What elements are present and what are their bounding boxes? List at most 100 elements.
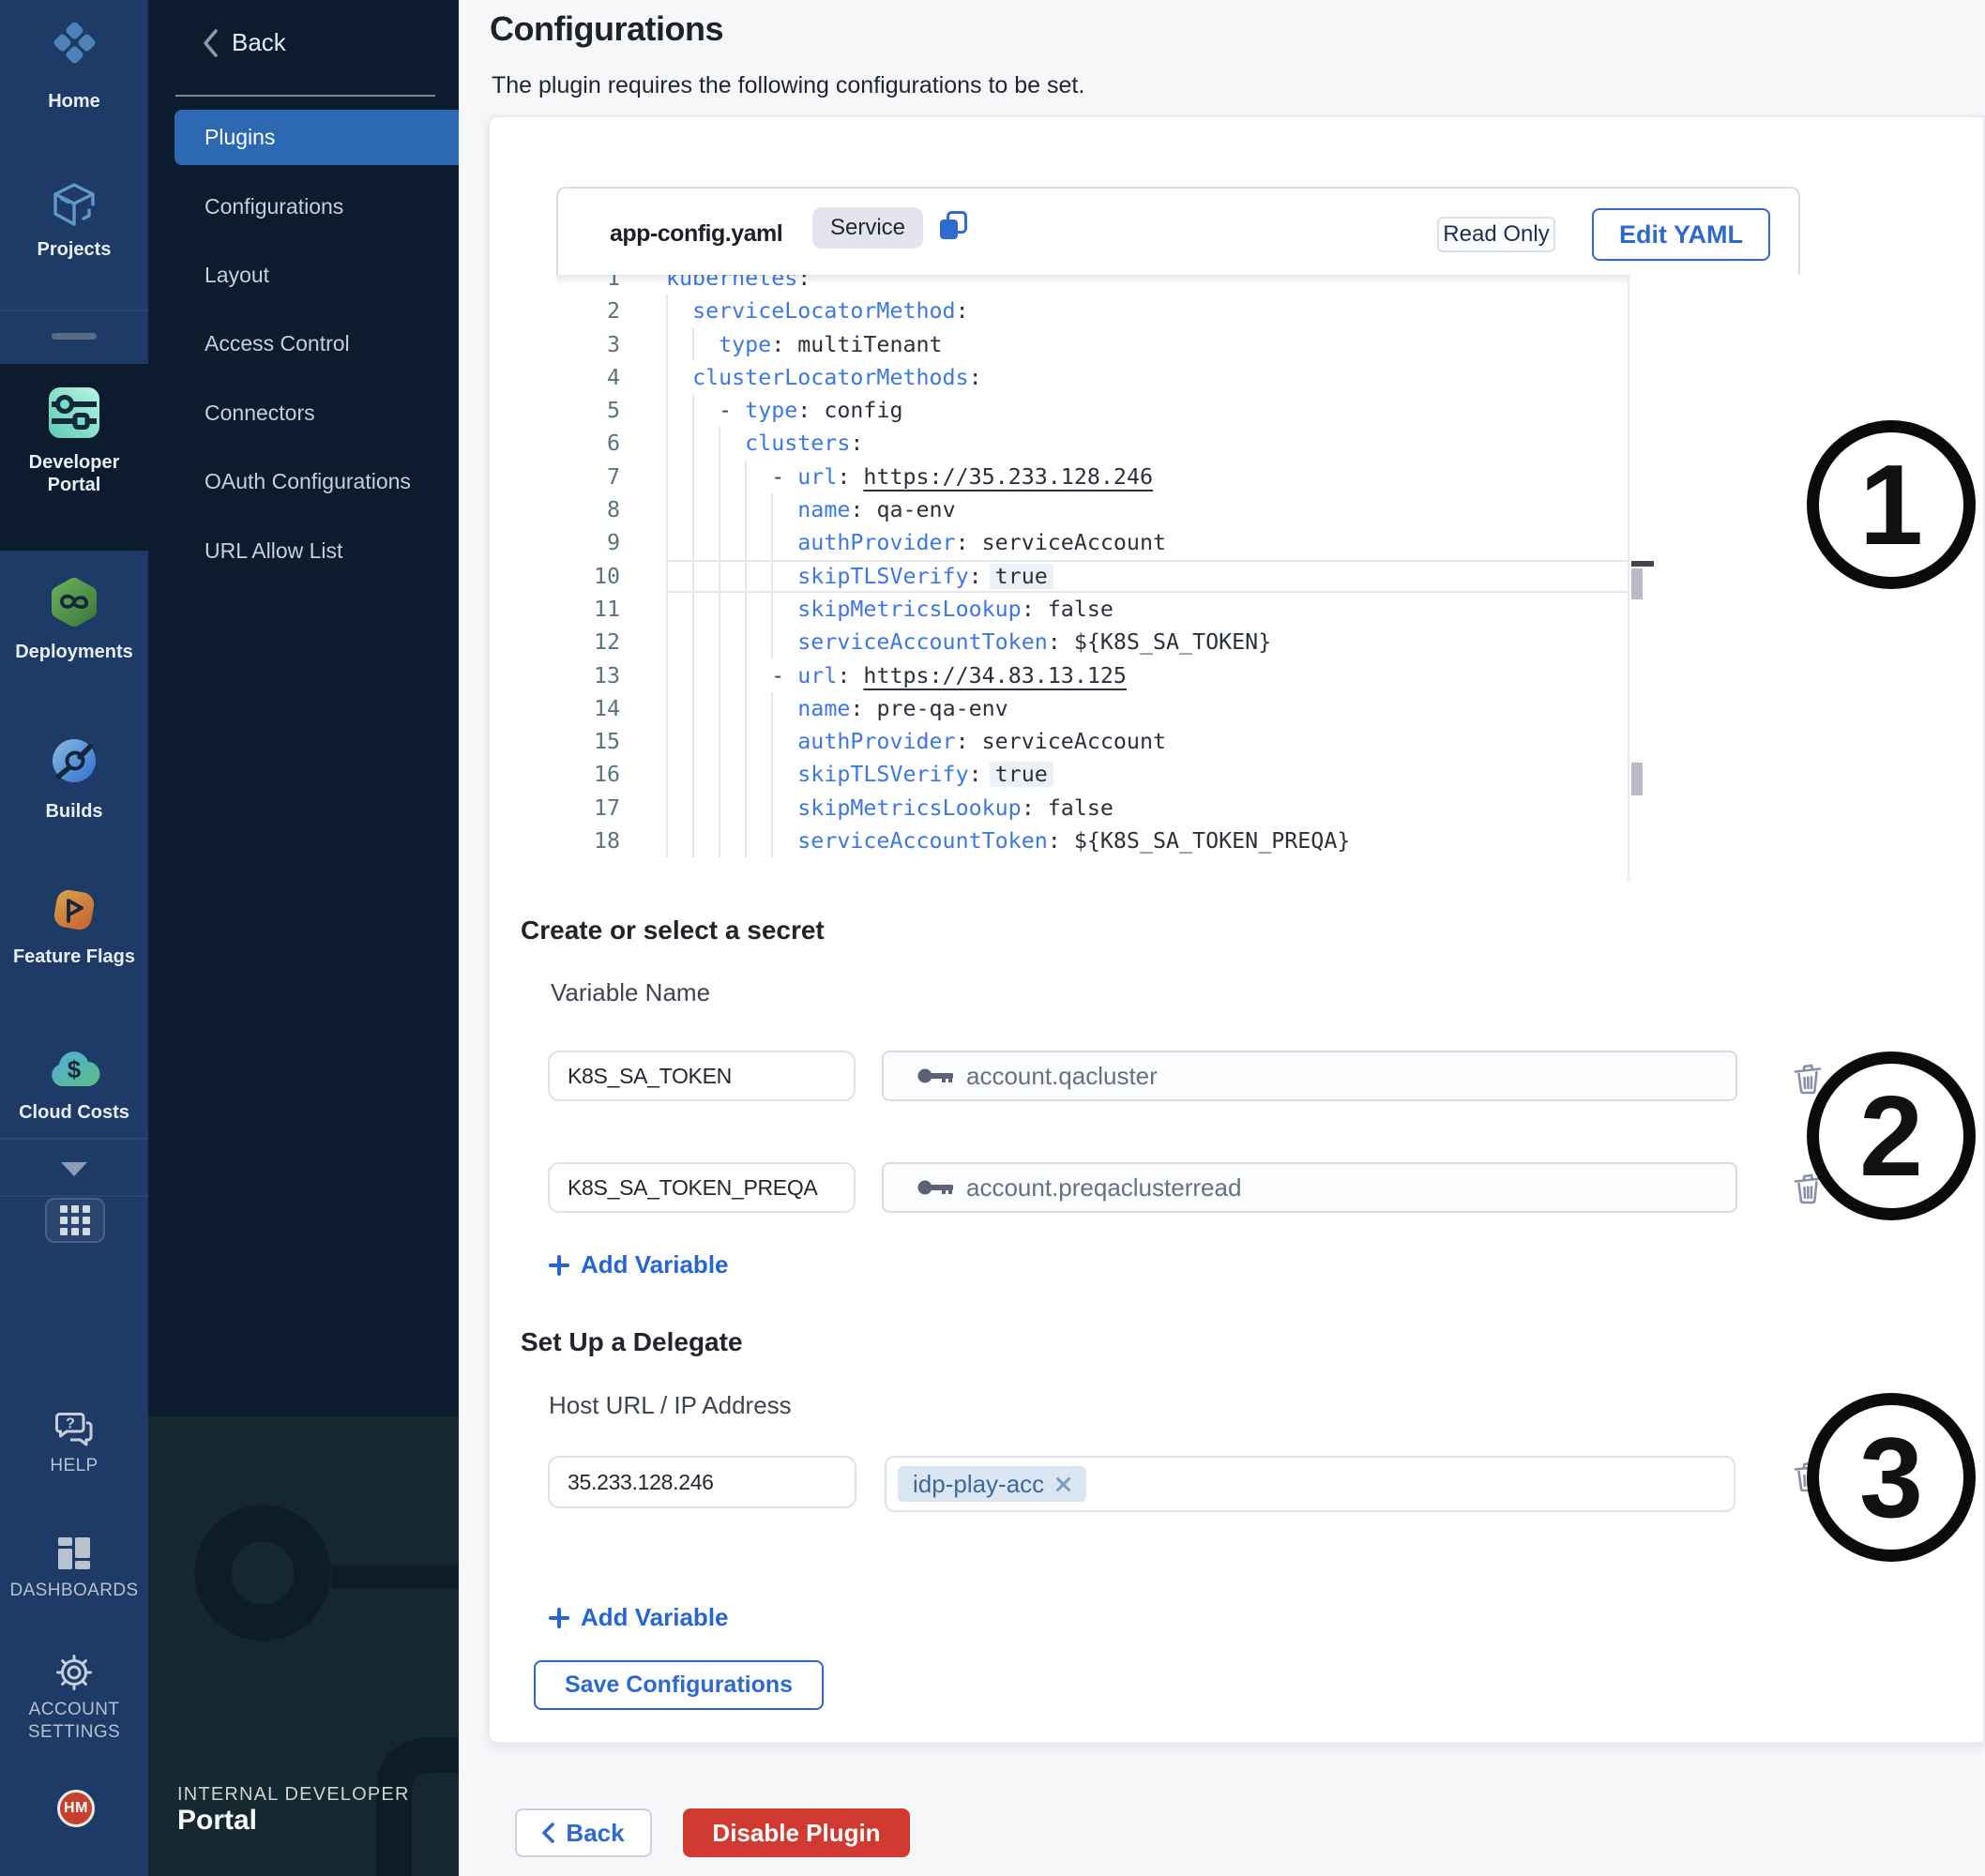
line-number: 18 (556, 825, 620, 857)
page-subtitle: The plugin requires the following config… (492, 72, 1084, 99)
line-number: 14 (556, 692, 620, 725)
plus-icon (549, 1608, 569, 1628)
variable-name-input[interactable] (548, 1162, 856, 1213)
page-title: Configurations (490, 9, 723, 49)
configurations-card: app-config.yaml Service Read Only Edit Y… (488, 115, 1985, 1744)
subnav-divider (175, 95, 435, 97)
key-icon (917, 1178, 955, 1197)
nav-menu-item-label: Configurations (205, 194, 343, 219)
rail-item-label: Home (0, 90, 148, 113)
nav-menu-item[interactable]: URL Allow List (148, 516, 459, 584)
yaml-editor[interactable]: 123456789101112131415161718 kubernetes: … (556, 275, 1800, 881)
nav-menu-item-label: URL Allow List (205, 538, 342, 564)
nav-menu-item-label: Access Control (205, 331, 350, 356)
code-line[interactable]: type: multiTenant (666, 328, 1629, 361)
code-line[interactable]: skipTLSVerify: true (666, 560, 1629, 593)
code-line[interactable]: name: pre-qa-env (666, 692, 1629, 725)
nav-menu-item-label: Plugins (205, 125, 275, 150)
secret-select[interactable]: account.qacluster (882, 1051, 1737, 1101)
key-icon (917, 1067, 955, 1085)
code-line[interactable]: clusterLocatorMethods: (666, 361, 1629, 394)
rail-divider (0, 1195, 148, 1197)
rail-collapse-handle[interactable] (52, 333, 97, 340)
code-line[interactable]: - url: https://34.83.13.125 (666, 659, 1629, 692)
disable-plugin-button[interactable]: Disable Plugin (683, 1808, 910, 1857)
line-number: 8 (556, 493, 620, 526)
svg-text:$: $ (68, 1055, 82, 1083)
nav-menu-item[interactable]: OAuth Configurations (148, 447, 459, 516)
nav-menu-item[interactable]: Connectors (148, 379, 459, 447)
back-button-label: Back (566, 1819, 624, 1848)
back-button[interactable]: Back (515, 1808, 652, 1857)
code-line[interactable]: serviceLocatorMethod: (666, 295, 1629, 327)
save-configurations-button[interactable]: Save Configurations (534, 1660, 824, 1710)
nav-menu-item[interactable]: Layout (148, 241, 459, 310)
code-line[interactable]: authProvider: serviceAccount (666, 725, 1629, 758)
code-line[interactable]: - url: https://35.233.128.246 (666, 461, 1629, 493)
code-line[interactable]: skipMetricsLookup: false (666, 593, 1629, 626)
chevron-left-icon (203, 29, 219, 57)
rail-item-deployments[interactable]: Deployments (0, 577, 148, 663)
rail-item-label: HELP (0, 1455, 148, 1477)
sidebar-module-rail: Home Projects (0, 0, 148, 1876)
copy-button[interactable] (936, 207, 970, 245)
editor-code: kubernetes: serviceLocatorMethod: type: … (666, 275, 1629, 857)
code-line[interactable]: skipMetricsLookup: false (666, 792, 1629, 825)
rail-item-home[interactable]: Home (0, 23, 148, 113)
nav-menu-item[interactable]: Access Control (148, 310, 459, 378)
rail-item-help[interactable]: ? HELP (0, 1412, 148, 1477)
rail-item-dashboards[interactable]: DASHBOARDS (0, 1536, 148, 1602)
remove-tag-button[interactable] (1055, 1476, 1071, 1492)
ruler-match-mark (1631, 568, 1643, 599)
code-line[interactable]: serviceAccountToken: ${K8S_SA_TOKEN_PREQ… (666, 825, 1629, 857)
app-grid-button[interactable] (45, 1198, 105, 1243)
rail-item-label: Portal (0, 474, 148, 496)
code-line[interactable]: - type: config (666, 394, 1629, 427)
line-number: 1 (556, 275, 620, 295)
variable-name-input[interactable] (548, 1051, 856, 1101)
line-number: 10 (556, 560, 620, 593)
delegate-tag-chip[interactable]: idp-play-acc (898, 1466, 1086, 1502)
rail-item-label: DASHBOARDS (0, 1580, 148, 1602)
line-number: 2 (556, 295, 620, 327)
nav-menu-item-label: OAuth Configurations (205, 469, 411, 494)
chevron-left-icon (542, 1823, 554, 1843)
svg-text:?: ? (66, 1416, 75, 1432)
host-url-input[interactable] (548, 1456, 856, 1508)
rail-item-label: SETTINGS (0, 1721, 148, 1744)
code-line[interactable]: kubernetes: (666, 275, 1629, 295)
chevron-down-icon (60, 1161, 88, 1177)
rail-item-cloud-costs[interactable]: $ Cloud Costs (0, 1047, 148, 1124)
code-line[interactable]: skipTLSVerify: true (666, 758, 1629, 791)
delegate-heading: Set Up a Delegate (521, 1327, 743, 1357)
subnav-footer: INTERNAL DEVELOPER Portal (148, 1416, 459, 1876)
add-host-link[interactable]: Add Variable (549, 1603, 729, 1632)
rail-divider (0, 310, 148, 311)
nav-menu-item[interactable]: Configurations (148, 172, 459, 240)
plugin-nav-menu: Plugins Configurations Layout Access Con… (148, 103, 459, 585)
nav-menu-item[interactable]: Plugins (174, 110, 459, 165)
delegate-tags-field[interactable]: idp-play-acc (885, 1456, 1735, 1512)
rail-item-developer-portal[interactable]: Developer Portal (0, 364, 148, 551)
builds-icon (52, 738, 97, 783)
code-line[interactable]: serviceAccountToken: ${K8S_SA_TOKEN} (666, 626, 1629, 658)
rail-item-projects[interactable]: Projects (0, 182, 148, 261)
gear-icon (55, 1654, 93, 1691)
rail-item-account-settings[interactable]: ACCOUNT SETTINGS (0, 1654, 148, 1744)
code-line[interactable]: name: qa-env (666, 493, 1629, 526)
code-line[interactable]: clusters: (666, 427, 1629, 460)
developer-portal-icon (48, 386, 100, 439)
rail-collapse-chevron[interactable] (0, 1161, 148, 1177)
help-icon: ? (55, 1412, 93, 1447)
edit-yaml-button[interactable]: Edit YAML (1592, 208, 1770, 261)
user-avatar[interactable]: HM (57, 1790, 95, 1827)
rail-item-feature-flags[interactable]: Feature Flags (0, 885, 148, 968)
grid-icon (59, 1204, 91, 1236)
back-nav[interactable]: Back (203, 28, 286, 57)
line-number: 6 (556, 427, 620, 460)
rail-item-builds[interactable]: Builds (0, 738, 148, 823)
add-variable-link[interactable]: Add Variable (549, 1250, 729, 1279)
plus-icon (549, 1255, 569, 1276)
code-line[interactable]: authProvider: serviceAccount (666, 526, 1629, 559)
secret-select[interactable]: account.preqaclusterread (882, 1162, 1737, 1213)
